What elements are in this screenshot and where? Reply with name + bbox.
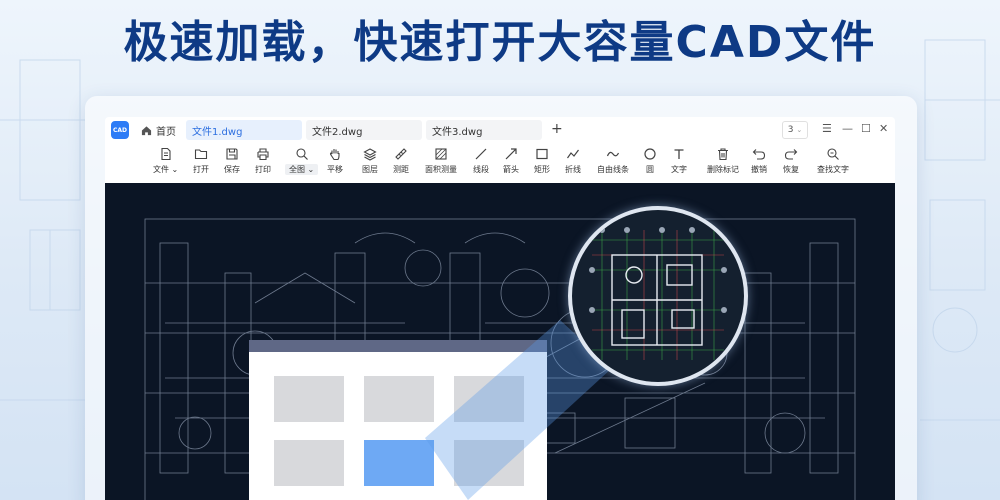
floor-plan-detail [589,227,727,360]
floor-plan-magnifier [568,206,748,386]
zoom-beam [425,320,612,500]
